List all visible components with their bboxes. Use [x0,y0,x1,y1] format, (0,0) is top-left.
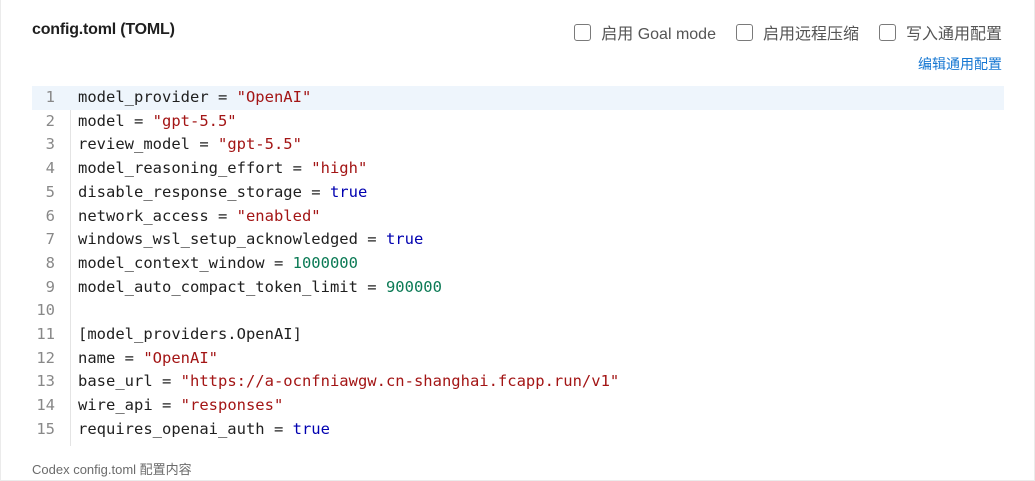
code-token: "OpenAI" [143,348,218,367]
code-token: true [385,230,424,249]
code-line[interactable]: 8 model_context_window = 1000000 [32,252,1004,276]
code-token: network_access = [78,206,237,225]
line-number: 2 [45,111,55,130]
remote-compaction-option[interactable]: 启用远程压缩 [735,20,859,44]
line-number: 1 [45,88,55,106]
code-text: model_auto_compact_token_limit = 900000 [78,276,442,300]
code-text: model_reasoning_effort = "high" [78,157,367,181]
code-line[interactable]: 5 disable_response_storage = true [32,181,1004,205]
line-number: 12 [36,348,55,367]
code-token: 1000000 [292,253,358,272]
goal-mode-option[interactable]: 启用 Goal mode [574,20,716,44]
line-number: 9 [45,277,55,296]
line-number: 5 [45,182,55,201]
code-line[interactable]: 13 base_url = "https://a-ocnfniawgw.cn-sh… [32,370,1004,394]
code-line[interactable]: 11 [model_providers.OpenAI] [32,323,1004,347]
code-token: "high" [311,159,368,178]
code-line[interactable]: 6 network_access = "enabled" [32,205,1004,229]
line-number: 7 [45,230,55,249]
write-common-config-checkbox[interactable] [878,23,896,41]
code-line[interactable]: 3 review_model = "gpt-5.5" [32,133,1004,157]
code-text: review_model = "gpt-5.5" [78,133,302,157]
code-token: 900000 [385,277,442,296]
code-editor[interactable]: 1 model_provider = "OpenAI" 2 model = "gpt-… [32,86,1004,446]
line-number: 15 [36,419,55,438]
code-text: model_provider = "OpenAI" [78,86,311,110]
line-number: 10 [36,301,55,320]
code-line[interactable]: 4 model_reasoning_effort = "high" [32,157,1004,181]
code-token: requires_openai_auth = [78,419,293,438]
code-text: base_url = "https://a-ocnfniawgw.cn-shan… [78,370,619,394]
line-number: 8 [45,253,55,272]
line-number: 13 [36,372,55,391]
code-line[interactable]: 15 requires_openai_auth = true [32,418,1004,442]
write-common-config-option[interactable]: 写入通用配置 [878,20,1002,44]
code-token: model_reasoning_effort = [78,159,312,178]
editor-caption: Codex config.toml 配置内容 [32,462,192,477]
line-number: 6 [45,206,55,225]
code-token: "enabled" [236,206,321,225]
code-text: name = "OpenAI" [78,347,218,371]
code-line[interactable]: 12 name = "OpenAI" [32,347,1004,371]
line-number: 3 [45,135,55,154]
code-line[interactable]: 9 model_auto_compact_token_limit = 900000 [32,276,1004,300]
remote-compaction-checkbox[interactable] [735,23,753,41]
code-token: "gpt-5.5" [152,111,237,130]
remote-compaction-label[interactable]: 启用远程压缩 [763,20,859,44]
code-text: [model_providers.OpenAI] [78,323,302,347]
code-token: true [329,182,368,201]
line-number: 14 [36,396,55,415]
edit-common-config-link[interactable]: 编辑通用配置 [918,54,1002,74]
code-token: "OpenAI" [236,88,312,106]
options-bar: 启用 Goal mode 启用远程压缩 写入通用配置 [574,20,1002,44]
code-token: model_auto_compact_token_limit = [78,277,386,296]
code-token: base_url = [78,372,181,391]
code-line[interactable]: 10 [32,299,1004,323]
code-line[interactable]: 1 model_provider = "OpenAI" [32,86,1004,110]
code-token: true [292,419,330,438]
goal-mode-label[interactable]: 启用 Goal mode [601,20,716,44]
code-text: model_context_window = 1000000 [78,252,358,276]
goal-mode-checkbox[interactable] [574,23,592,41]
line-number: 11 [36,325,55,343]
code-line[interactable]: 7 windows_wsl_setup_acknowledged = true [32,228,1004,252]
code-token: model_context_window = [78,253,293,272]
code-token: "gpt-5.5" [217,135,302,154]
code-token: disable_response_storage = [78,182,330,201]
code-text: model = "gpt-5.5" [78,110,237,134]
code-token: "https://a-ocnfniawgw.cn-shanghai.fcapp.… [180,372,620,391]
code-text: requires_openai_auth = true [78,418,330,442]
code-token: windows_wsl_setup_acknowledged = [78,230,386,249]
code-token: review_model = [78,135,218,154]
code-token: model = [78,111,153,130]
config-panel: config.toml (TOML) 启用 Goal mode 启用远程压缩 写… [0,0,1035,481]
write-common-config-label[interactable]: 写入通用配置 [906,20,1002,44]
code-token: [model_providers.OpenAI] [78,325,302,343]
code-text: disable_response_storage = true [78,181,367,205]
code-token: "responses" [180,396,284,415]
code-text: windows_wsl_setup_acknowledged = true [78,228,423,252]
code-token: model_provider = [78,88,237,106]
code-text: wire_api = "responses" [78,394,283,418]
code-text: network_access = "enabled" [78,205,321,229]
panel-title: config.toml (TOML) [32,21,175,38]
code-line[interactable]: 14 wire_api = "responses" [32,394,1004,418]
code-token: wire_api = [78,396,181,415]
code-line[interactable]: 2 model = "gpt-5.5" [32,110,1004,134]
line-number: 4 [45,159,55,178]
code-token: name = [78,348,144,367]
